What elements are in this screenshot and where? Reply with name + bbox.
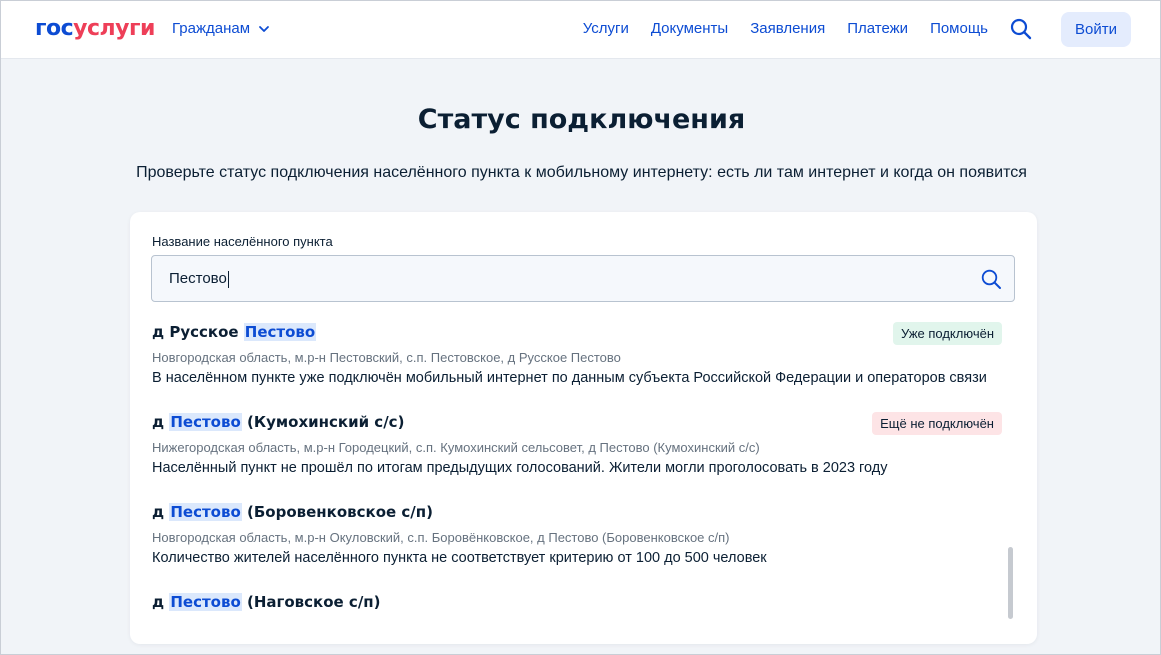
result-name-prefix: д [152, 413, 170, 431]
result-name-prefix: д Русское [152, 323, 244, 341]
role-select-label: Гражданам [172, 20, 251, 37]
main-nav: Услуги Документы Заявления Платежи Помощ… [583, 20, 988, 38]
login-button[interactable]: Войти [1061, 12, 1131, 47]
result-item[interactable]: д Русское Пестово Уже подключён Новгород… [152, 322, 1002, 387]
result-name-highlight: Пестово [243, 323, 317, 341]
logo-part-uslugi: услуги [73, 16, 155, 41]
nav-link-payments[interactable]: Платежи [847, 20, 908, 38]
result-item[interactable]: д Пестово (Наговское с/п) [152, 592, 1002, 612]
search-field-label: Название населённого пункта [152, 234, 333, 249]
result-address: Новгородская область, м.р-н Пестовский, … [152, 350, 621, 365]
logo-part-gos: гос [35, 16, 74, 41]
result-name: д Пестово (Боровенковское с/п) [152, 502, 1002, 522]
result-item[interactable]: д Пестово (Боровенковское с/п) Новгородс… [152, 502, 1002, 567]
role-select[interactable]: Гражданам [172, 20, 270, 38]
page-title: Статус подключения [417, 104, 746, 135]
nav-link-help[interactable]: Помощь [930, 20, 988, 38]
result-name-suffix: (Боровенковское с/п) [241, 503, 433, 521]
result-name-highlight: Пестово [169, 413, 242, 431]
result-name-suffix: (Наговское с/п) [241, 593, 381, 611]
result-address: Новгородская область, м.р-н Окуловский, … [152, 530, 730, 545]
results-scrollbar[interactable] [1008, 547, 1013, 619]
settlement-search-input[interactable]: Пестово [151, 255, 1015, 302]
site-header: госуслуги Гражданам Услуги Документы Зая… [1, 1, 1160, 59]
search-icon[interactable] [1009, 17, 1033, 41]
result-name-prefix: д [152, 593, 170, 611]
result-note: Населённый пункт не прошёл по итогам пре… [152, 460, 888, 476]
result-name: д Пестово (Наговское с/п) [152, 592, 1002, 612]
gosuslugi-logo[interactable]: госуслуги [35, 15, 155, 43]
result-name: д Русское Пестово [152, 322, 1002, 342]
page-subtitle: Проверьте статус подключения населённого… [136, 164, 1027, 181]
result-item[interactable]: д Пестово (Кумохинский с/с) Ещё не подкл… [152, 412, 1002, 477]
result-note: Количество жителей населённого пункта не… [152, 550, 767, 566]
chevron-down-icon [259, 26, 269, 32]
search-card: Название населённого пункта Пестово д Ру… [130, 212, 1037, 644]
status-badge-connected: Уже подключён [893, 322, 1002, 345]
text-caret [227, 270, 229, 288]
result-name-highlight: Пестово [169, 503, 242, 521]
nav-link-applications[interactable]: Заявления [750, 20, 825, 38]
result-address: Нижегородская область, м.р-н Городецкий,… [152, 440, 760, 455]
result-name-prefix: д [152, 503, 170, 521]
nav-link-documents[interactable]: Документы [651, 20, 728, 38]
result-note: В населённом пункте уже подключён мобиль… [152, 370, 987, 386]
status-badge-not-connected: Ещё не подключён [872, 412, 1002, 435]
nav-link-services[interactable]: Услуги [583, 20, 629, 38]
result-name-suffix: (Кумохинский с/с) [241, 413, 405, 431]
search-icon[interactable] [980, 268, 1002, 290]
result-name-highlight: Пестово [169, 593, 242, 611]
search-input-value: Пестово [169, 270, 227, 287]
